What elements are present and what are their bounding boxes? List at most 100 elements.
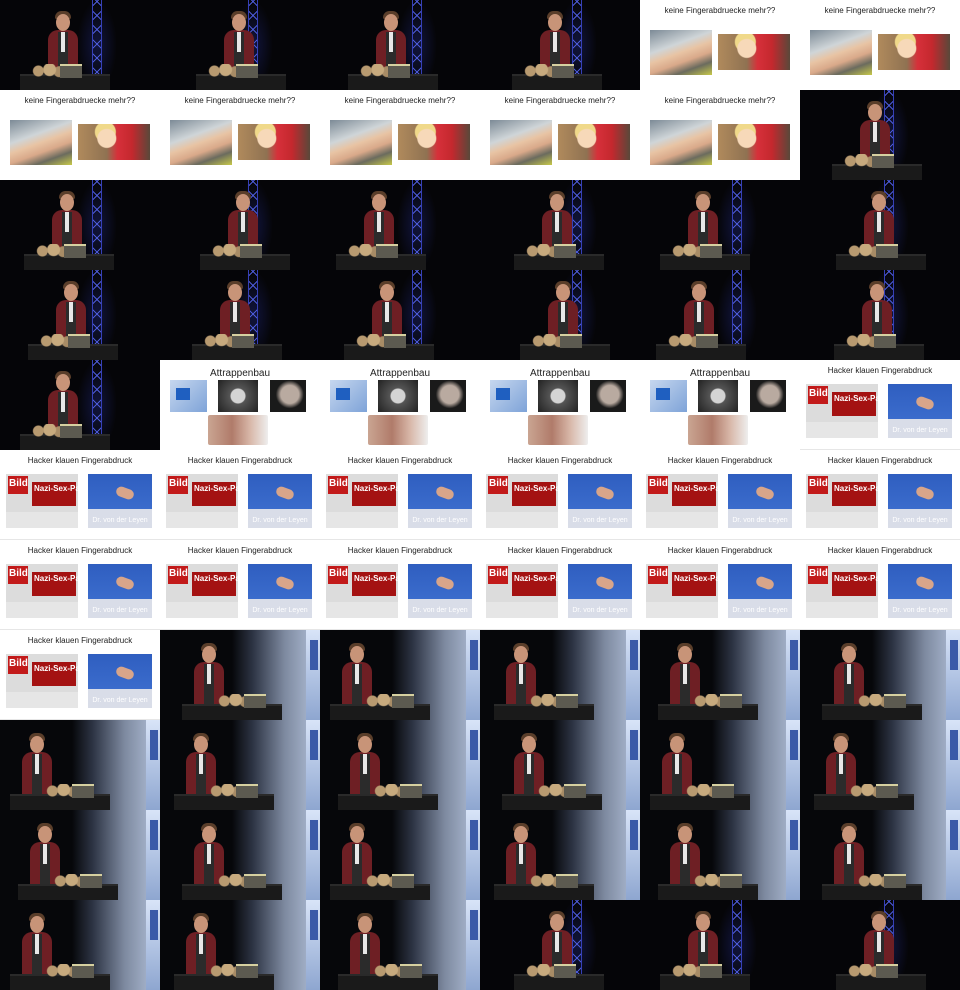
laptop bbox=[876, 244, 898, 258]
thumb-photo: Dr. von der Leyen bbox=[568, 564, 632, 618]
stage-screen-frame bbox=[0, 720, 160, 810]
slide-frame-hacker: Hacker klauen Fingerabdruck Bild Nazi-Se… bbox=[0, 450, 160, 540]
slide-frame-fingerprint: keine Fingerabdruecke mehr?? bbox=[320, 90, 480, 180]
projection-screen bbox=[306, 720, 320, 810]
speaker-head bbox=[842, 646, 856, 663]
projection-screen bbox=[786, 630, 800, 720]
speaker-lanyard bbox=[873, 122, 877, 142]
stage-frame bbox=[320, 270, 480, 360]
speaker-lanyard bbox=[561, 302, 565, 322]
speaker-lanyard bbox=[553, 32, 557, 52]
slide-frame-hacker: Hacker klauen Fingerabdruck Bild Nazi-Se… bbox=[0, 540, 160, 630]
child-photo bbox=[878, 34, 950, 70]
projection-screen bbox=[146, 720, 160, 810]
stage-frame bbox=[800, 90, 960, 180]
thumb-photo: Dr. von der Leyen bbox=[888, 474, 952, 528]
projection-screen bbox=[466, 630, 480, 720]
newspaper-brand: Bild bbox=[649, 478, 668, 489]
stage-frame bbox=[0, 180, 160, 270]
photo-caption: Dr. von der Leyen bbox=[412, 517, 468, 524]
thumb-photo: Dr. von der Leyen bbox=[88, 474, 152, 528]
speaker-lanyard bbox=[355, 664, 359, 684]
speaker-head bbox=[548, 14, 562, 31]
laptop bbox=[72, 784, 94, 798]
speaker-lanyard bbox=[35, 754, 39, 774]
projection-screen bbox=[786, 810, 800, 900]
speaker-lanyard bbox=[207, 664, 211, 684]
dark-photo bbox=[750, 380, 786, 412]
photo-caption: Dr. von der Leyen bbox=[892, 607, 948, 614]
speaker-head bbox=[30, 736, 44, 753]
slide-frame-fingerprint: keine Fingerabdruecke mehr?? bbox=[480, 90, 640, 180]
laptop bbox=[80, 874, 102, 888]
laptop bbox=[388, 64, 410, 78]
speaker-head bbox=[842, 826, 856, 843]
speaker-head bbox=[678, 646, 692, 663]
stage-frame bbox=[800, 270, 960, 360]
laptop bbox=[244, 694, 266, 708]
stage-frame bbox=[800, 180, 960, 270]
newspaper-headline: Nazi-Sex-Party bbox=[514, 484, 571, 493]
newspaper-headline: Nazi-Sex-Party bbox=[194, 484, 251, 493]
speaker-lanyard bbox=[385, 302, 389, 322]
slide-frame-dummy: Attrappenbau bbox=[320, 360, 480, 450]
laptop bbox=[552, 64, 574, 78]
slide-frame-hacker: Hacker klauen Fingerabdruck Bild Nazi-Se… bbox=[160, 540, 320, 630]
stage-screen-frame bbox=[640, 720, 800, 810]
newspaper-photo: Bild Nazi-Sex-Party bbox=[646, 564, 730, 618]
thumb-photo: Dr. von der Leyen bbox=[888, 384, 952, 438]
speaker-lanyard bbox=[675, 754, 679, 774]
speaker-head bbox=[514, 646, 528, 663]
newspaper-photo: Bild Nazi-Sex-Party bbox=[806, 564, 890, 618]
thumb-photo: Dr. von der Leyen bbox=[248, 474, 312, 528]
newspaper-headline: Nazi-Sex-Party bbox=[194, 574, 251, 583]
frame-contact-sheet: keine Fingerabdruecke mehr?? keine Finge… bbox=[0, 0, 960, 990]
stage-frame bbox=[640, 270, 800, 360]
slide-title: Hacker klauen Fingerabdruck bbox=[827, 366, 933, 375]
speaker-lanyard bbox=[701, 212, 705, 232]
slide-frame-hacker: Hacker klauen Fingerabdruck Bild Nazi-Se… bbox=[480, 450, 640, 540]
stage-screen-frame bbox=[320, 810, 480, 900]
slide-title: Hacker klauen Fingerabdruck bbox=[827, 456, 933, 465]
newspaper-headline: Nazi-Sex-Party bbox=[34, 484, 91, 493]
projection-screen bbox=[306, 630, 320, 720]
stage-frame bbox=[160, 180, 320, 270]
photo-caption: Dr. von der Leyen bbox=[732, 517, 788, 524]
slide-title: Hacker klauen Fingerabdruck bbox=[187, 546, 293, 555]
child-photo bbox=[718, 34, 790, 70]
speaker-lanyard bbox=[43, 844, 47, 864]
stage-screen-frame bbox=[800, 630, 960, 720]
newspaper-brand: Bild bbox=[649, 568, 668, 579]
stage-screen-frame bbox=[0, 810, 160, 900]
newspaper-brand: Bild bbox=[489, 568, 508, 579]
newspaper-headline: Nazi-Sex-Party bbox=[674, 574, 731, 583]
sensor-photo bbox=[490, 380, 527, 412]
stage-frame bbox=[480, 180, 640, 270]
speaker-head bbox=[870, 284, 884, 301]
speaker-lanyard bbox=[839, 754, 843, 774]
sensor-photo bbox=[330, 380, 367, 412]
stage-screen-frame bbox=[480, 630, 640, 720]
newspaper-photo: Bild Nazi-Sex-Party bbox=[166, 564, 250, 618]
hand-photo bbox=[10, 120, 72, 165]
speaker-head bbox=[384, 14, 398, 31]
speaker-head bbox=[868, 104, 882, 121]
newspaper-brand: Bild bbox=[809, 388, 828, 399]
newspaper-brand: Bild bbox=[169, 478, 188, 489]
speaker-lanyard bbox=[241, 212, 245, 232]
speaker-lanyard bbox=[199, 754, 203, 774]
stage-frame bbox=[480, 270, 640, 360]
speaker-lanyard bbox=[519, 664, 523, 684]
stage-frame bbox=[320, 0, 480, 90]
projection-screen bbox=[146, 900, 160, 990]
photo-caption: Dr. von der Leyen bbox=[572, 517, 628, 524]
stage-screen-frame bbox=[320, 630, 480, 720]
sensor-photo bbox=[650, 380, 687, 412]
laptop bbox=[232, 334, 254, 348]
laptop bbox=[874, 334, 896, 348]
newspaper-headline: Nazi-Sex-Party bbox=[354, 574, 411, 583]
speaker-head bbox=[56, 14, 70, 31]
speaker-head bbox=[834, 736, 848, 753]
newspaper-photo: Bild Nazi-Sex-Party bbox=[326, 474, 410, 528]
laptop bbox=[560, 334, 582, 348]
